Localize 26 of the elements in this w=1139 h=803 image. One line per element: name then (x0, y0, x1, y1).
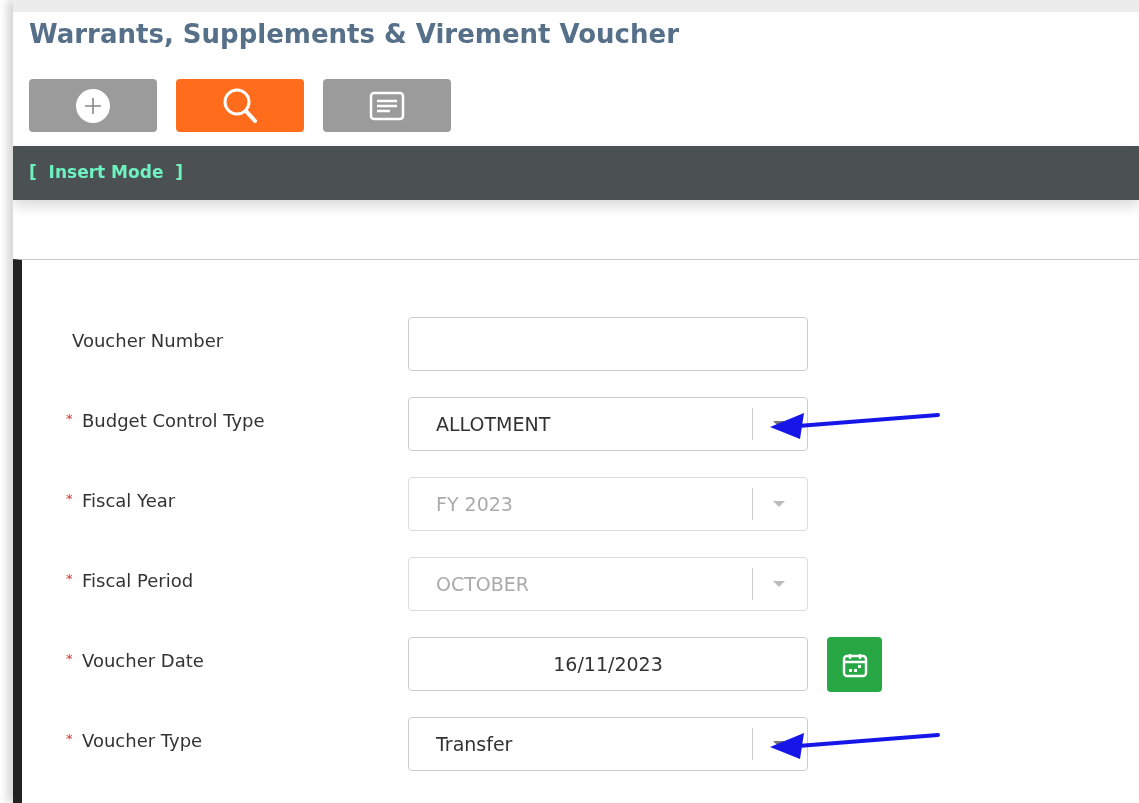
caret-icon (772, 580, 786, 588)
page-title: Warrants, Supplements & Virement Voucher (29, 18, 680, 51)
caret-icon (772, 500, 786, 508)
dropdown-field[interactable]: ALLOTMENT (408, 397, 808, 451)
required-marker: * (66, 650, 74, 668)
plus-icon (75, 87, 111, 124)
document-icon (369, 90, 405, 121)
field-label: Voucher Date (82, 649, 204, 673)
dropdown-field[interactable]: Transfer (408, 717, 808, 771)
add-button[interactable] (29, 79, 157, 132)
calendar-icon (841, 651, 868, 678)
field-label: Voucher Type (82, 729, 203, 753)
field-label: Budget Control Type (82, 409, 265, 433)
calendar-button[interactable] (827, 637, 882, 692)
text-field[interactable] (408, 317, 808, 371)
search-button[interactable] (176, 79, 304, 132)
field-label: Fiscal Period (82, 569, 194, 593)
required-marker: * (66, 570, 74, 588)
list-button[interactable] (323, 79, 451, 132)
date-field[interactable]: 16/11/2023 (408, 637, 808, 691)
field-label: Voucher Number (72, 329, 224, 353)
mode-label: [ Insert Mode ] (29, 161, 183, 185)
field-label: Fiscal Year (82, 489, 176, 513)
required-marker: * (66, 490, 74, 508)
required-marker: * (66, 410, 74, 428)
required-marker: * (66, 730, 74, 748)
